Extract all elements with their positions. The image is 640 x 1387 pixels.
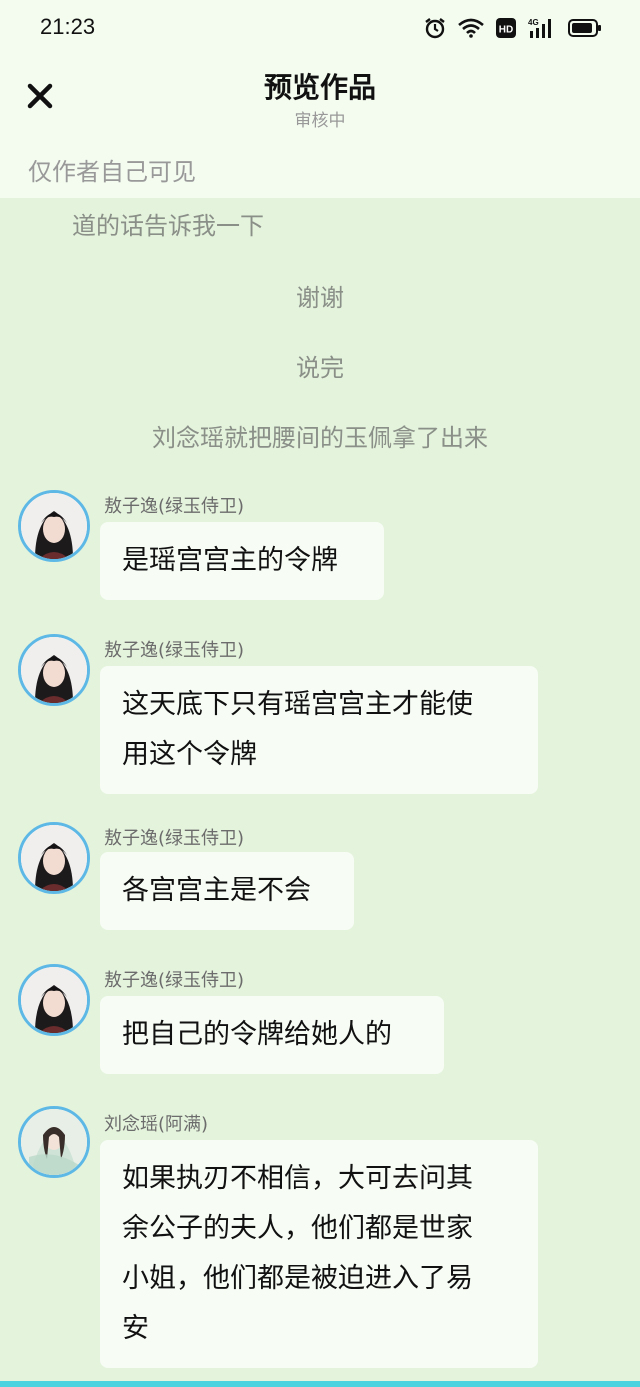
message-text-line: 安	[122, 1313, 149, 1344]
status-icons: HD 4G	[424, 14, 602, 42]
visibility-note: 仅作者自己可见	[28, 158, 196, 186]
page-title: 预览作品	[263, 71, 376, 104]
svg-text:4G: 4G	[528, 18, 539, 27]
message-bubble[interactable]: 是瑶宫宫主的令牌	[100, 522, 384, 600]
status-time: 21:23	[40, 14, 96, 39]
narration-line: 刘念瑶就把腰间的玉佩拿了出来	[152, 424, 488, 452]
narration-line: 道的话告诉我一下	[72, 212, 264, 240]
narration-line: 谢谢	[296, 284, 344, 312]
message-text: 各宫宫主是不会	[122, 875, 311, 906]
character-portrait	[21, 637, 87, 703]
character-portrait	[21, 967, 87, 1033]
avatar[interactable]	[18, 964, 90, 1036]
message-text: 是瑶宫宫主的令牌	[122, 545, 338, 576]
svg-text:HD: HD	[499, 25, 513, 36]
character-portrait	[21, 1109, 87, 1175]
message-bubble[interactable]: 这天底下只有瑶宫宫主才能使 用这个令牌	[100, 666, 538, 794]
sender-name: 敖子逸(绿玉侍卫)	[104, 828, 245, 849]
sender-name: 刘念瑶(阿满)	[104, 1114, 209, 1135]
narration-line: 说完	[296, 354, 344, 382]
sender-name: 敖子逸(绿玉侍卫)	[104, 496, 245, 517]
message-text: 把自己的令牌给她人的	[122, 1019, 392, 1050]
header-bar: 21:23 HD 4G 预览作品 审核中 仅作者自己可见	[0, 0, 640, 198]
wifi-icon	[458, 18, 484, 38]
status-bar: 21:23 HD 4G	[0, 0, 640, 56]
character-portrait	[21, 825, 87, 891]
sender-name: 敖子逸(绿玉侍卫)	[104, 640, 245, 661]
message-bubble[interactable]: 把自己的令牌给她人的	[100, 996, 444, 1074]
message-text-line: 如果执刃不相信，大可去问其	[122, 1163, 473, 1194]
avatar[interactable]	[18, 1106, 90, 1178]
message-text-line: 小姐，他们都是被迫进入了易	[122, 1263, 473, 1294]
message-bubble[interactable]: 如果执刃不相信，大可去问其 余公子的夫人，他们都是世家 小姐，他们都是被迫进入了…	[100, 1140, 538, 1368]
avatar[interactable]	[18, 822, 90, 894]
message-text-line: 用这个令牌	[122, 739, 257, 770]
battery-icon	[568, 19, 601, 37]
hd-icon: HD	[496, 18, 516, 38]
message-text-line: 余公子的夫人，他们都是世家	[122, 1213, 473, 1244]
avatar[interactable]	[18, 490, 90, 562]
signal-4g-icon: 4G	[528, 18, 551, 38]
review-status: 审核中	[294, 111, 346, 131]
alarm-icon	[425, 18, 445, 39]
avatar[interactable]	[18, 634, 90, 706]
message-bubble[interactable]: 各宫宫主是不会	[100, 852, 354, 930]
bottom-indicator	[0, 1381, 640, 1387]
character-portrait	[21, 493, 87, 559]
sender-name: 敖子逸(绿玉侍卫)	[104, 970, 245, 991]
message-text-line: 这天底下只有瑶宫宫主才能使	[122, 689, 473, 720]
